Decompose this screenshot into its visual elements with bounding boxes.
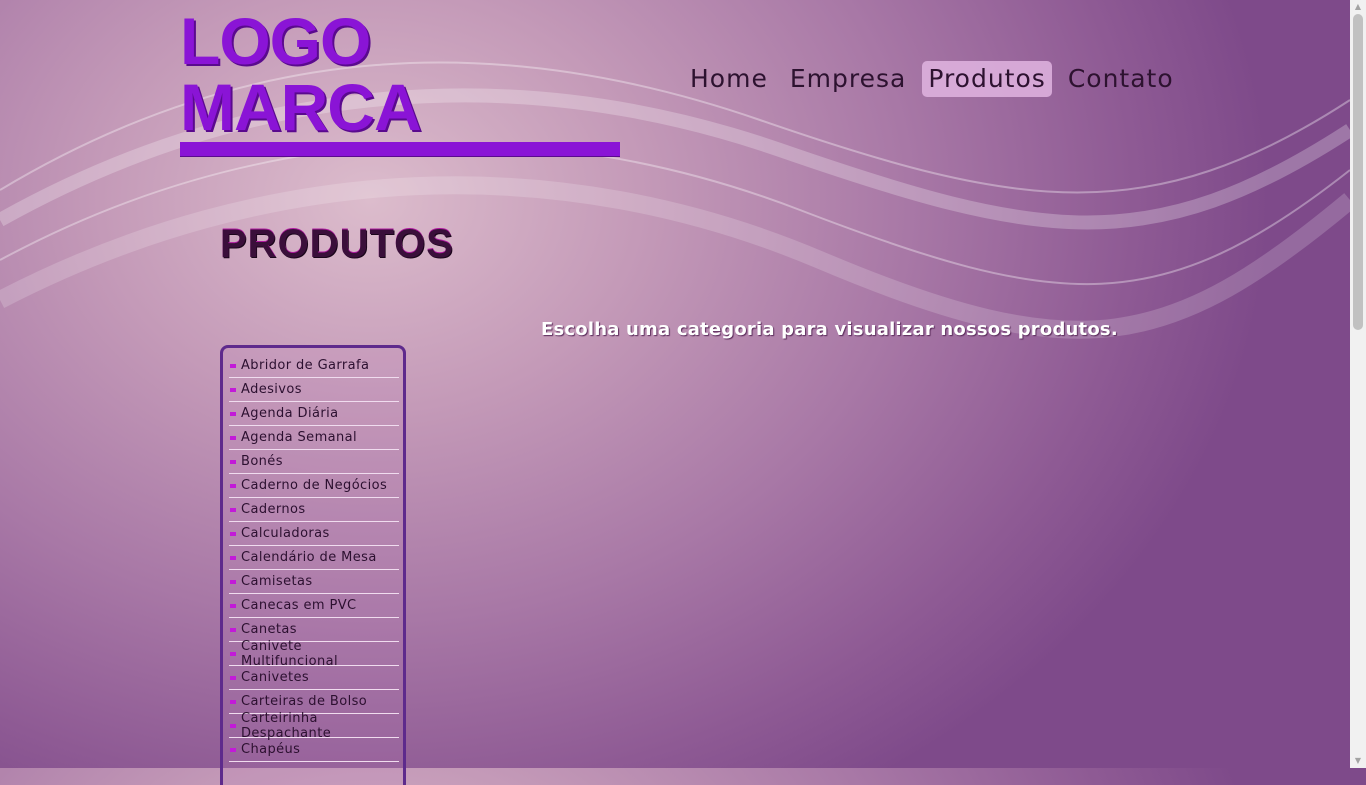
category-item[interactable]: Canivetes xyxy=(229,666,399,690)
category-item[interactable]: Caderno de Negócios xyxy=(229,474,399,498)
page-title: PRODUTOS xyxy=(220,222,454,266)
square-bullet-icon xyxy=(230,699,236,704)
nav-home[interactable]: Home xyxy=(684,61,774,97)
category-label: Abridor de Garrafa xyxy=(241,358,370,373)
main-nav: Home Empresa Produtos Contato xyxy=(684,61,1190,97)
category-item[interactable]: Camisetas xyxy=(229,570,399,594)
category-item[interactable]: Agenda Diária xyxy=(229,402,399,426)
category-label: Carteiras de Bolso xyxy=(241,694,368,709)
category-label: Carteirinha Despachante xyxy=(241,710,332,741)
category-list: Abridor de Garrafa Adesivos Agenda Diária A… xyxy=(229,354,399,762)
category-label: Chapéus xyxy=(241,742,301,757)
category-item[interactable]: Bonés xyxy=(229,450,399,474)
category-label: Calculadoras xyxy=(241,526,330,541)
square-bullet-icon xyxy=(230,675,236,680)
category-label: Adesivos xyxy=(241,382,302,397)
category-sidebar: Abridor de Garrafa Adesivos Agenda Diária A… xyxy=(220,345,406,785)
square-bullet-icon xyxy=(230,579,236,584)
category-label: Agenda Semanal xyxy=(241,430,358,445)
square-bullet-icon xyxy=(230,411,236,416)
category-item[interactable]: Chapéus xyxy=(229,738,399,762)
arrow-up-icon[interactable]: ▲ xyxy=(1350,0,1366,14)
nav-produtos[interactable]: Produtos xyxy=(922,61,1052,97)
logo-text: LOGO MARCA xyxy=(180,4,422,144)
square-bullet-icon xyxy=(230,507,236,512)
square-bullet-icon xyxy=(230,555,236,560)
square-bullet-icon xyxy=(230,603,236,608)
category-label: Camisetas xyxy=(241,574,313,589)
scrollbar[interactable]: ▲ ▼ xyxy=(1350,0,1366,768)
category-label: Calendário de Mesa xyxy=(241,550,377,565)
nav-empresa[interactable]: Empresa xyxy=(784,61,912,97)
square-bullet-icon xyxy=(230,483,236,488)
category-label: Cadernos xyxy=(241,502,306,517)
category-item[interactable]: Agenda Semanal xyxy=(229,426,399,450)
logo-underline xyxy=(180,142,620,156)
category-item[interactable]: Canecas em PVC xyxy=(229,594,399,618)
square-bullet-icon xyxy=(230,651,236,656)
category-item[interactable]: Cadernos xyxy=(229,498,399,522)
square-bullet-icon xyxy=(230,435,236,440)
category-label: Bonés xyxy=(241,454,283,469)
category-item[interactable]: Carteirinha Despachante xyxy=(229,710,399,741)
arrow-down-icon[interactable]: ▼ xyxy=(1350,754,1366,768)
scrollbar-thumb[interactable] xyxy=(1353,14,1363,330)
category-label: Agenda Diária xyxy=(241,406,339,421)
category-label: Canecas em PVC xyxy=(241,598,357,613)
category-item[interactable]: Adesivos xyxy=(229,378,399,402)
category-label: Caderno de Negócios xyxy=(241,478,388,493)
category-label: Canivete Multifuncional xyxy=(241,638,338,669)
category-item[interactable]: Calculadoras xyxy=(229,522,399,546)
category-item[interactable]: Canivete Multifuncional xyxy=(229,638,399,669)
category-label: Canetas xyxy=(241,622,297,637)
square-bullet-icon xyxy=(230,387,236,392)
category-label: Canivetes xyxy=(241,670,310,685)
square-bullet-icon xyxy=(230,747,236,752)
square-bullet-icon xyxy=(230,459,236,464)
square-bullet-icon xyxy=(230,723,236,728)
square-bullet-icon xyxy=(230,627,236,632)
square-bullet-icon xyxy=(230,531,236,536)
nav-contato[interactable]: Contato xyxy=(1062,61,1180,97)
intro-text: Escolha uma categoria para visualizar no… xyxy=(541,319,1118,340)
square-bullet-icon xyxy=(230,363,236,368)
category-item[interactable]: Calendário de Mesa xyxy=(229,546,399,570)
logo[interactable]: LOGO MARCA xyxy=(180,8,620,156)
category-item[interactable]: Abridor de Garrafa xyxy=(229,354,399,378)
